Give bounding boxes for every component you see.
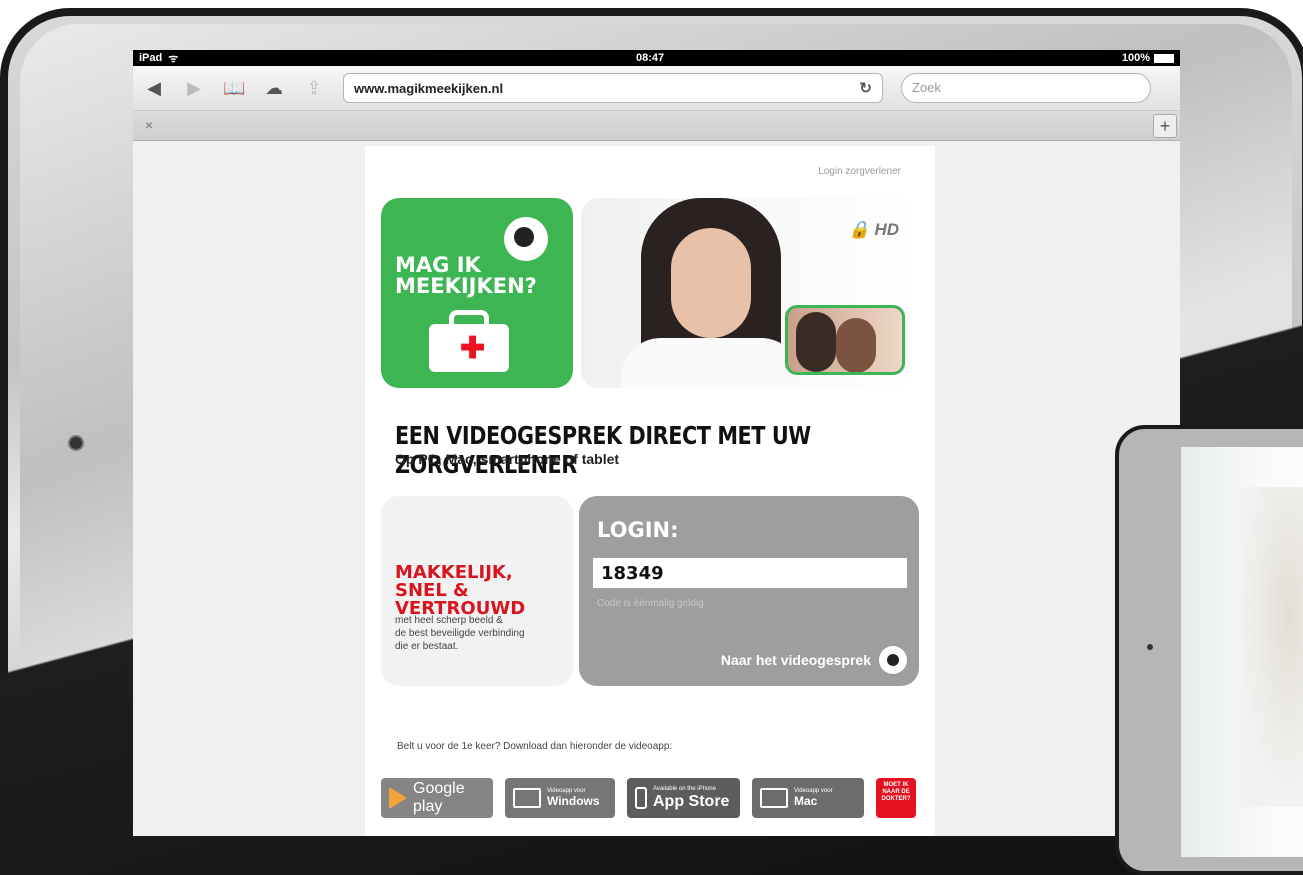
windows-label-main: Windows <box>547 794 600 808</box>
windows-label: Videoapp voor Windows <box>547 788 600 808</box>
ipad-mini-device <box>1115 425 1303 875</box>
logo-text: MAG IK MEEKIJKEN? <box>395 253 537 298</box>
mac-app-button[interactable]: Videoapp voor Mac <box>752 778 864 818</box>
login-code-input[interactable] <box>593 558 907 588</box>
download-instructions: Belt u voor de 1e keer? Download dan hie… <box>397 741 673 752</box>
cloud-tabs-icon[interactable]: ☁ <box>263 78 285 99</box>
app-store-label-main: App Store <box>653 792 730 810</box>
mini-screen <box>1181 447 1303 857</box>
search-field[interactable]: Zoek <box>901 73 1151 103</box>
new-tab-button[interactable]: + <box>1153 114 1177 138</box>
page-headline: EEN VIDEOGESPREK DIRECT MET UW ZORGVERLE… <box>395 421 811 479</box>
patient-video-thumbnail <box>785 305 905 375</box>
status-bar: iPad ᯤ 08:47 100% <box>133 50 1180 66</box>
battery-percent: 100% <box>1121 52 1150 64</box>
mac-label-main: Mac <box>794 794 818 808</box>
app-download-buttons: Google play Videoapp voor Windows Availab… <box>381 778 916 818</box>
mini-camera-icon <box>1147 644 1153 650</box>
tab-bar: × + <box>133 111 1180 141</box>
mother-figure <box>796 312 836 372</box>
windows-app-button[interactable]: Videoapp voor Windows <box>505 778 615 818</box>
hd-lock-badge: 🔒 HD <box>848 220 899 239</box>
logo-tile: MAG IK MEEKIJKEN? ✚ <box>381 198 573 388</box>
status-left: iPad ᯤ <box>139 51 178 66</box>
monitor-icon <box>760 788 788 808</box>
doctor-photo: 🔒 HD <box>581 198 919 388</box>
reload-icon[interactable]: ↻ <box>859 79 872 97</box>
browser-toolbar: ◀ ▶ 📖 ☁ ⇪ www.magikmeekijken.nl ↻ Zoek <box>133 66 1180 111</box>
app-store-label-top: Available on the iPhone <box>653 785 716 792</box>
forward-icon[interactable]: ▶ <box>183 78 205 99</box>
app-store-label: Available on the iPhone App Store <box>653 786 729 811</box>
wifi-icon: ᯤ <box>168 52 179 65</box>
back-icon[interactable]: ◀ <box>143 78 165 99</box>
feature-title: MAKKELIJK, SNEL & VERTROUWD <box>395 562 526 619</box>
login-card: LOGIN: Code is éénmalig geldig Naar het … <box>579 496 919 686</box>
ipad-screen: iPad ᯤ 08:47 100% ◀ ▶ 📖 ☁ ⇪ www.magikmee… <box>133 50 1180 836</box>
app-store-button[interactable]: Available on the iPhone App Store <box>627 778 740 818</box>
start-videocall-button[interactable]: Naar het videogesprek <box>721 646 907 674</box>
device-name: iPad <box>139 52 163 64</box>
login-label: LOGIN: <box>597 518 679 542</box>
battery-icon <box>1154 53 1174 63</box>
page-subline: Op PC, Mac, smartphone of tablet <box>395 451 620 467</box>
clock: 08:47 <box>636 52 665 64</box>
google-play-icon <box>389 787 407 809</box>
provider-login-link[interactable]: Login zorgverlener <box>818 166 901 177</box>
monitor-icon <box>513 788 541 808</box>
doctor-face <box>671 228 751 338</box>
red-cross-icon: ✚ <box>460 332 486 365</box>
iphone-icon <box>635 787 647 809</box>
feature-card: MAKKELIJK, SNEL & VERTROUWD met heel sch… <box>381 496 573 686</box>
google-play-label: Google play <box>413 780 465 815</box>
mac-label: Videoapp voor Mac <box>794 788 833 808</box>
address-bar[interactable]: www.magikmeekijken.nl ↻ <box>343 73 883 103</box>
code-hint: Code is éénmalig geldig <box>597 598 704 609</box>
hd-label: HD <box>874 220 899 239</box>
bookmarks-icon[interactable]: 📖 <box>223 78 245 99</box>
doctor-check-badge[interactable]: MOET IK NAAR DE DOKTER? <box>876 778 916 818</box>
url-text: www.magikmeekijken.nl <box>354 80 504 96</box>
web-page: Login zorgverlener MAG IK MEEKIJKEN? ✚ 🔒… <box>365 146 935 836</box>
tab-close-icon[interactable]: × <box>145 117 153 133</box>
stage: iPad ᯤ 08:47 100% ◀ ▶ 📖 ☁ ⇪ www.magikmee… <box>0 0 1303 875</box>
eye-icon <box>879 646 907 674</box>
battery-status: 100% <box>1122 52 1174 64</box>
child-figure <box>836 318 876 372</box>
start-videocall-label: Naar het videogesprek <box>720 652 871 668</box>
share-icon[interactable]: ⇪ <box>303 78 325 99</box>
doctor-coat <box>621 338 801 388</box>
camera-icon <box>70 437 82 449</box>
feature-description: met heel scherp beeld & de best beveilig… <box>395 615 525 652</box>
google-play-button[interactable]: Google play <box>381 778 493 818</box>
